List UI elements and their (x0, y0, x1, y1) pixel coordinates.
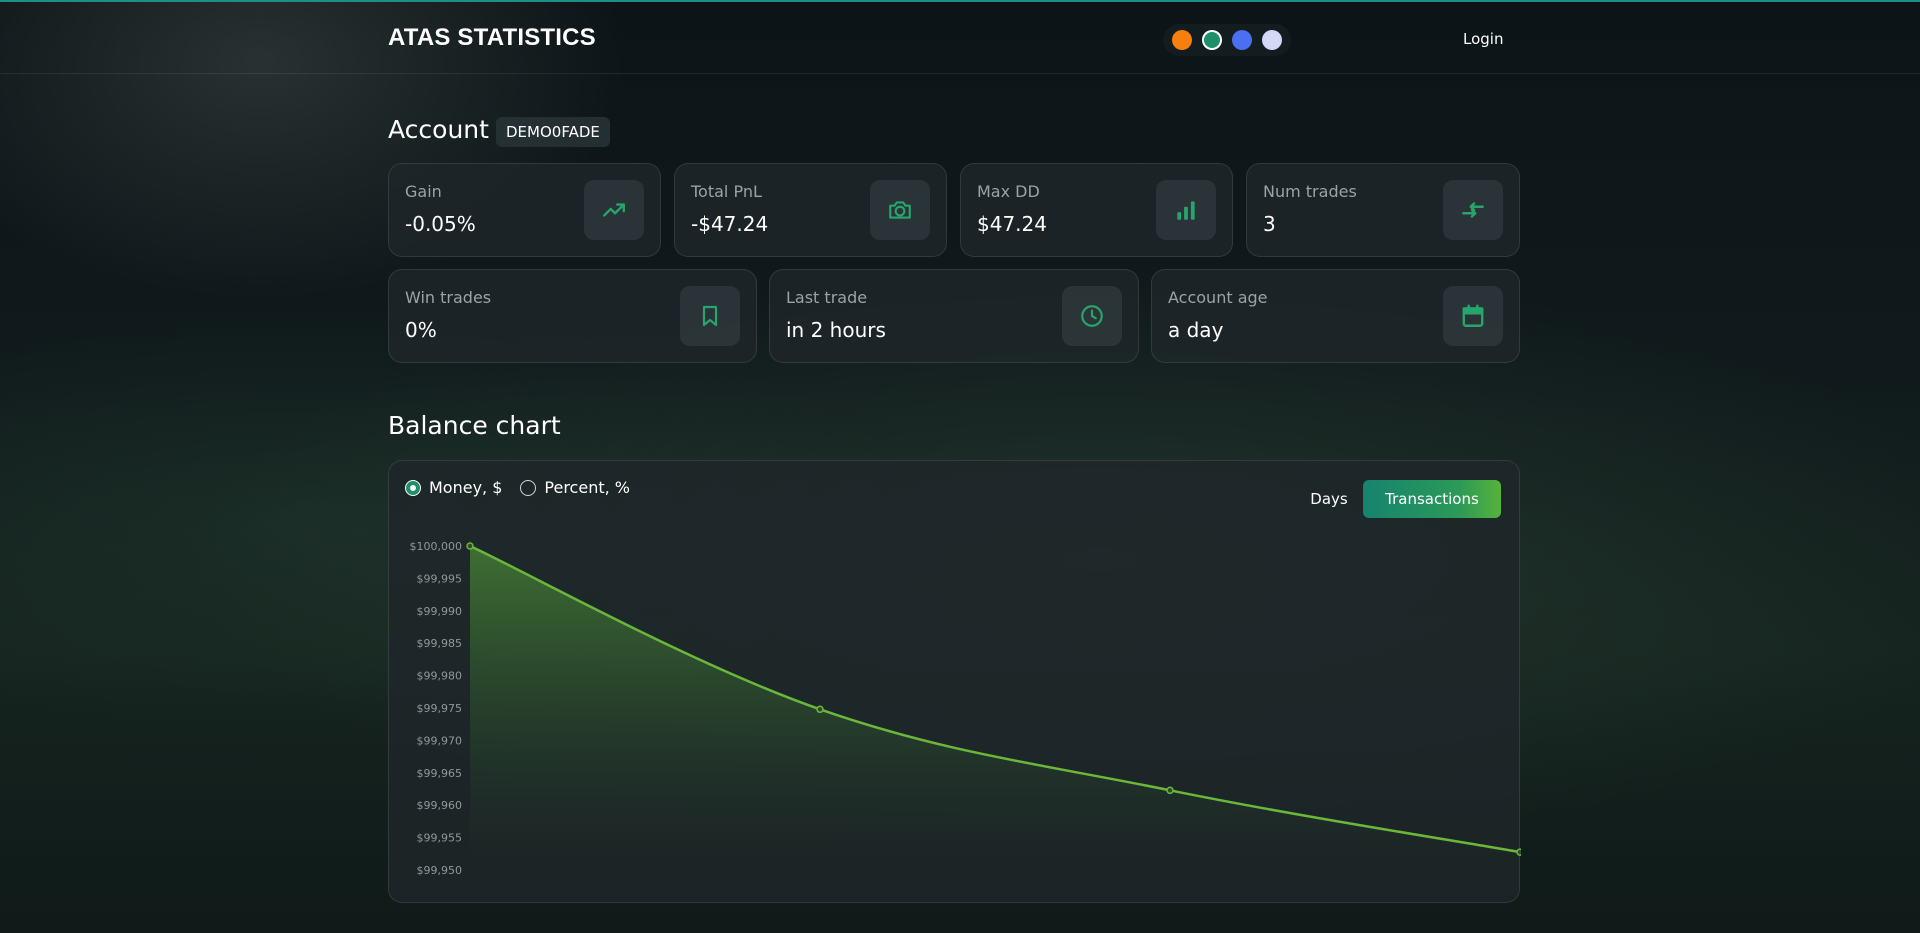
gain-label: Gain (405, 182, 442, 201)
account-age-value: a day (1168, 318, 1224, 342)
balance-chart: $100,000 $99,995 $99,990 $99,985 $99,980 $99,… (410, 540, 1521, 877)
theme-blue-button[interactable] (1232, 30, 1252, 50)
brand-title: ATAS STATISTICS (388, 24, 596, 51)
clock-icon (1081, 305, 1103, 327)
balance-point (1516, 848, 1521, 856)
account-heading: Account (388, 115, 489, 144)
money-radio[interactable]: Money, $ (405, 478, 502, 497)
chart-mode-radio-group: Money, $ Percent, % (405, 478, 630, 497)
num-trades-icon-box (1443, 180, 1503, 240)
balance-point (1166, 786, 1174, 795)
num-trades-label: Num trades (1263, 182, 1357, 201)
y-tick-label: $99,980 (417, 670, 463, 683)
account-age-icon-box (1443, 286, 1503, 346)
max-dd-icon-box (1156, 180, 1216, 240)
bookmark-icon (702, 305, 718, 327)
percent-radio-label: Percent, % (544, 478, 630, 497)
total-pnl-label: Total PnL (691, 182, 762, 201)
balance-point (466, 542, 474, 550)
win-trades-label: Win trades (405, 288, 492, 307)
total-pnl-card: Total PnL -$47.24 (674, 163, 947, 257)
arrows-exchange-icon (1462, 202, 1484, 218)
gain-card: Gain -0.05% (388, 163, 661, 257)
theme-teal-button[interactable] (1202, 30, 1222, 50)
win-trades-icon-box (680, 286, 740, 346)
y-tick-label: $99,960 (417, 799, 463, 812)
total-pnl-icon-box (870, 180, 930, 240)
theme-switcher (1163, 24, 1291, 56)
transactions-button[interactable]: Transactions (1363, 480, 1501, 518)
y-tick-label: $99,950 (417, 864, 463, 877)
last-trade-label: Last trade (786, 288, 868, 307)
num-trades-card: Num trades 3 (1246, 163, 1520, 257)
theme-orange-button[interactable] (1172, 30, 1192, 50)
last-trade-card: Last trade in 2 hours (769, 269, 1139, 363)
y-tick-label: $99,975 (417, 702, 463, 715)
y-tick-label: $100,000 (410, 540, 463, 553)
last-trade-icon-box (1062, 286, 1122, 346)
balance-chart-panel: $100,000 $99,995 $99,990 $99,985 $99,980 $99,… (388, 460, 1521, 903)
y-tick-label: $99,965 (417, 767, 463, 780)
money-radio-circle[interactable] (405, 479, 421, 496)
max-dd-value: $47.24 (977, 212, 1047, 236)
theme-lavender-button[interactable] (1262, 30, 1282, 50)
y-tick-label: $99,995 (417, 572, 463, 585)
percent-radio-circle[interactable] (520, 479, 537, 496)
y-tick-label: $99,985 (417, 637, 463, 650)
bar-chart-icon (1177, 201, 1195, 220)
y-axis-ticks: $100,000 $99,995 $99,990 $99,985 $99,980 $99,… (410, 540, 463, 877)
total-pnl-value: -$47.24 (691, 212, 769, 236)
account-age-card: Account age a day (1151, 269, 1520, 363)
num-trades-value: 3 (1263, 212, 1276, 236)
account-age-label: Account age (1168, 288, 1268, 307)
max-dd-card: Max DD $47.24 (960, 163, 1233, 257)
y-tick-label: $99,955 (417, 832, 463, 845)
top-nav: ATAS STATISTICS Login (0, 2, 1920, 74)
balance-area (470, 546, 1520, 870)
trending-up-icon (603, 203, 625, 217)
last-trade-value: in 2 hours (786, 318, 886, 342)
max-dd-label: Max DD (977, 182, 1040, 201)
gain-value: -0.05% (405, 212, 476, 236)
y-tick-label: $99,990 (417, 605, 463, 618)
account-id-badge: DEMO0FADE (496, 117, 610, 147)
win-trades-value: 0% (405, 318, 437, 342)
days-button[interactable]: Days (1289, 481, 1369, 517)
balance-point (816, 705, 824, 714)
login-link[interactable]: Login (1463, 30, 1503, 48)
percent-radio[interactable]: Percent, % (520, 478, 630, 497)
balance-chart-heading: Balance chart (388, 411, 561, 440)
y-tick-label: $99,970 (417, 734, 463, 747)
win-trades-card: Win trades 0% (388, 269, 757, 363)
gain-icon-box (584, 180, 644, 240)
calendar-icon (1462, 304, 1484, 327)
money-radio-label: Money, $ (429, 478, 503, 497)
camera-icon (889, 201, 911, 219)
